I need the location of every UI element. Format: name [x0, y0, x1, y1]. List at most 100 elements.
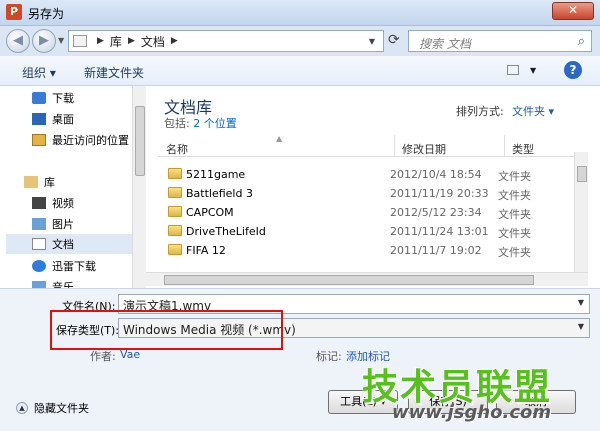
filetype-dropdown-icon[interactable]: ▼: [578, 322, 584, 331]
annotation-highlight-box: [50, 310, 283, 350]
file-type: 文件夹: [498, 246, 531, 259]
sidebar-item-desktop[interactable]: 桌面: [32, 111, 74, 127]
sidebar-item-music[interactable]: 音乐: [32, 279, 74, 288]
sidebar-item-thunder-downloads[interactable]: 迅雷下载: [32, 258, 96, 274]
cancel-button[interactable]: 取消: [496, 390, 576, 414]
forward-arrow-icon[interactable]: ▶: [32, 29, 56, 53]
library-includes: 包括: 2 个位置: [164, 115, 237, 131]
sort-indicator-icon: ▲: [276, 134, 283, 143]
add-tags-link[interactable]: 添加标记: [346, 348, 390, 364]
horizontal-scroll-thumb[interactable]: [164, 275, 534, 285]
author-value[interactable]: Vae: [120, 348, 140, 361]
sidebar-item-documents[interactable]: 文档: [6, 234, 132, 254]
toolbar: 组织 ▾ 新建文件夹 ▼ ?: [0, 56, 600, 86]
breadcrumb-separator-icon[interactable]: ▶: [171, 36, 178, 46]
file-row[interactable]: CAPCOM 2012/5/12 23:34 文件夹: [160, 203, 570, 222]
file-type: 文件夹: [498, 208, 531, 221]
tags-label: 标记:: [316, 350, 342, 363]
sidebar-item-recent-places[interactable]: 最近访问的位置: [32, 132, 129, 148]
filename-dropdown-icon[interactable]: ▼: [578, 298, 584, 307]
document-library-icon: [32, 238, 46, 250]
file-row[interactable]: DriveTheLifeId 2011/11/24 13:01 文件夹: [160, 222, 570, 241]
column-divider[interactable]: [394, 135, 395, 157]
tools-button[interactable]: 工具(L) ▾: [328, 390, 398, 414]
sidebar-item-pictures[interactable]: 图片: [32, 216, 74, 232]
breadcrumb-library[interactable]: 库: [110, 33, 122, 50]
music-library-icon: [32, 281, 46, 288]
close-button[interactable]: ✕: [552, 2, 594, 20]
file-list-vertical-scrollbar[interactable]: [574, 152, 588, 272]
column-header-type[interactable]: 类型: [512, 141, 534, 157]
sidebar-item-label: 音乐: [52, 281, 74, 288]
sidebar-item-label: 文档: [52, 238, 74, 251]
folder-icon: [168, 225, 182, 236]
sidebar-item-label: 视频: [52, 197, 74, 210]
sidebar-item-label: 图片: [52, 218, 74, 231]
file-date: 2012/10/4 18:54: [390, 168, 482, 181]
file-name: 5211game: [186, 168, 246, 181]
sidebar-item-label: 最近访问的位置: [52, 134, 129, 147]
view-options-icon[interactable]: [507, 65, 519, 75]
desktop-icon: [32, 113, 46, 125]
hide-folders-label: 隐藏文件夹: [34, 402, 89, 415]
new-folder-button[interactable]: 新建文件夹: [84, 64, 144, 81]
title-bar: P 另存为 ✕: [0, 0, 600, 26]
includes-label: 包括:: [164, 117, 190, 130]
sidebar-item-label: 桌面: [52, 113, 74, 126]
thunder-download-icon: [32, 260, 46, 272]
folder-icon: [168, 168, 182, 179]
folder-icon: [168, 206, 182, 217]
navigation-pane: 下载 桌面 最近访问的位置 库 视频 图片 文档 迅雷下载 音乐: [0, 86, 146, 288]
organize-button[interactable]: 组织 ▾: [22, 64, 56, 81]
file-list-pane: 文档库 包括: 2 个位置 排列方式: 文件夹 ▾ 名称 ▲ 修改日期 类型 5…: [146, 86, 600, 288]
file-name: FIFA 12: [186, 244, 226, 257]
file-type: 文件夹: [498, 189, 531, 202]
search-input[interactable]: 搜索 文档 ⌕: [408, 30, 592, 52]
file-row[interactable]: Battlefield 3 2011/11/19 20:33 文件夹: [160, 184, 570, 203]
folder-icon: [168, 187, 182, 198]
sidebar-item-videos[interactable]: 视频: [32, 195, 74, 211]
file-row[interactable]: FIFA 12 2011/11/7 19:02 文件夹: [160, 241, 570, 260]
vertical-scroll-thumb[interactable]: [577, 166, 587, 182]
file-date: 2011/11/7 19:02: [390, 244, 482, 257]
arrange-by-dropdown[interactable]: 文件夹 ▾: [512, 103, 554, 119]
includes-locations-link[interactable]: 2 个位置: [193, 117, 237, 130]
sidebar-item-downloads[interactable]: 下载: [32, 90, 74, 106]
sidebar-item-libraries[interactable]: 库: [24, 174, 55, 190]
column-header-date[interactable]: 修改日期: [402, 141, 446, 157]
column-header-name[interactable]: 名称: [166, 141, 188, 157]
breadcrumb-separator-icon[interactable]: ▶: [128, 36, 135, 46]
save-button[interactable]: 保存(S): [408, 390, 488, 414]
folder-location-icon: [73, 35, 87, 47]
breadcrumb-separator-icon[interactable]: ▶: [97, 36, 104, 46]
picture-library-icon: [32, 218, 46, 230]
file-list-horizontal-scrollbar[interactable]: [146, 272, 588, 286]
address-bar[interactable]: ▶ 库 ▶ 文档 ▶ ▼: [68, 30, 384, 52]
library-icon: [24, 176, 38, 188]
sidebar-scroll-thumb[interactable]: [135, 106, 145, 176]
hide-folders-toggle[interactable]: ▲ 隐藏文件夹: [16, 400, 89, 416]
search-placeholder: 搜索 文档: [419, 37, 471, 51]
refresh-icon[interactable]: ⟳: [388, 32, 400, 48]
file-type: 文件夹: [498, 170, 531, 183]
view-dropdown-icon[interactable]: ▼: [530, 66, 536, 75]
download-folder-icon: [32, 92, 46, 104]
arrange-by-label: 排列方式:: [456, 105, 504, 118]
address-dropdown-icon[interactable]: ▼: [369, 37, 375, 46]
recent-places-icon: [32, 134, 46, 146]
help-icon[interactable]: ?: [564, 61, 582, 79]
back-arrow-icon[interactable]: ◀: [6, 29, 30, 53]
column-header-row: 名称 ▲ 修改日期 类型: [158, 134, 588, 157]
file-row[interactable]: 5211game 2012/10/4 18:54 文件夹: [160, 165, 570, 184]
search-icon[interactable]: ⌕: [578, 34, 585, 49]
breadcrumb-documents[interactable]: 文档: [141, 33, 165, 50]
sidebar-item-label: 库: [44, 176, 55, 189]
file-date: 2011/11/19 20:33: [390, 187, 489, 200]
file-date: 2012/5/12 23:34: [390, 206, 482, 219]
column-divider[interactable]: [504, 135, 505, 157]
collapse-arrow-icon: ▲: [16, 402, 28, 414]
recent-pages-dropdown-icon[interactable]: ▼: [58, 36, 64, 45]
file-name: DriveTheLifeId: [186, 225, 266, 238]
file-name: CAPCOM: [186, 206, 234, 219]
sidebar-scrollbar[interactable]: [132, 86, 146, 288]
